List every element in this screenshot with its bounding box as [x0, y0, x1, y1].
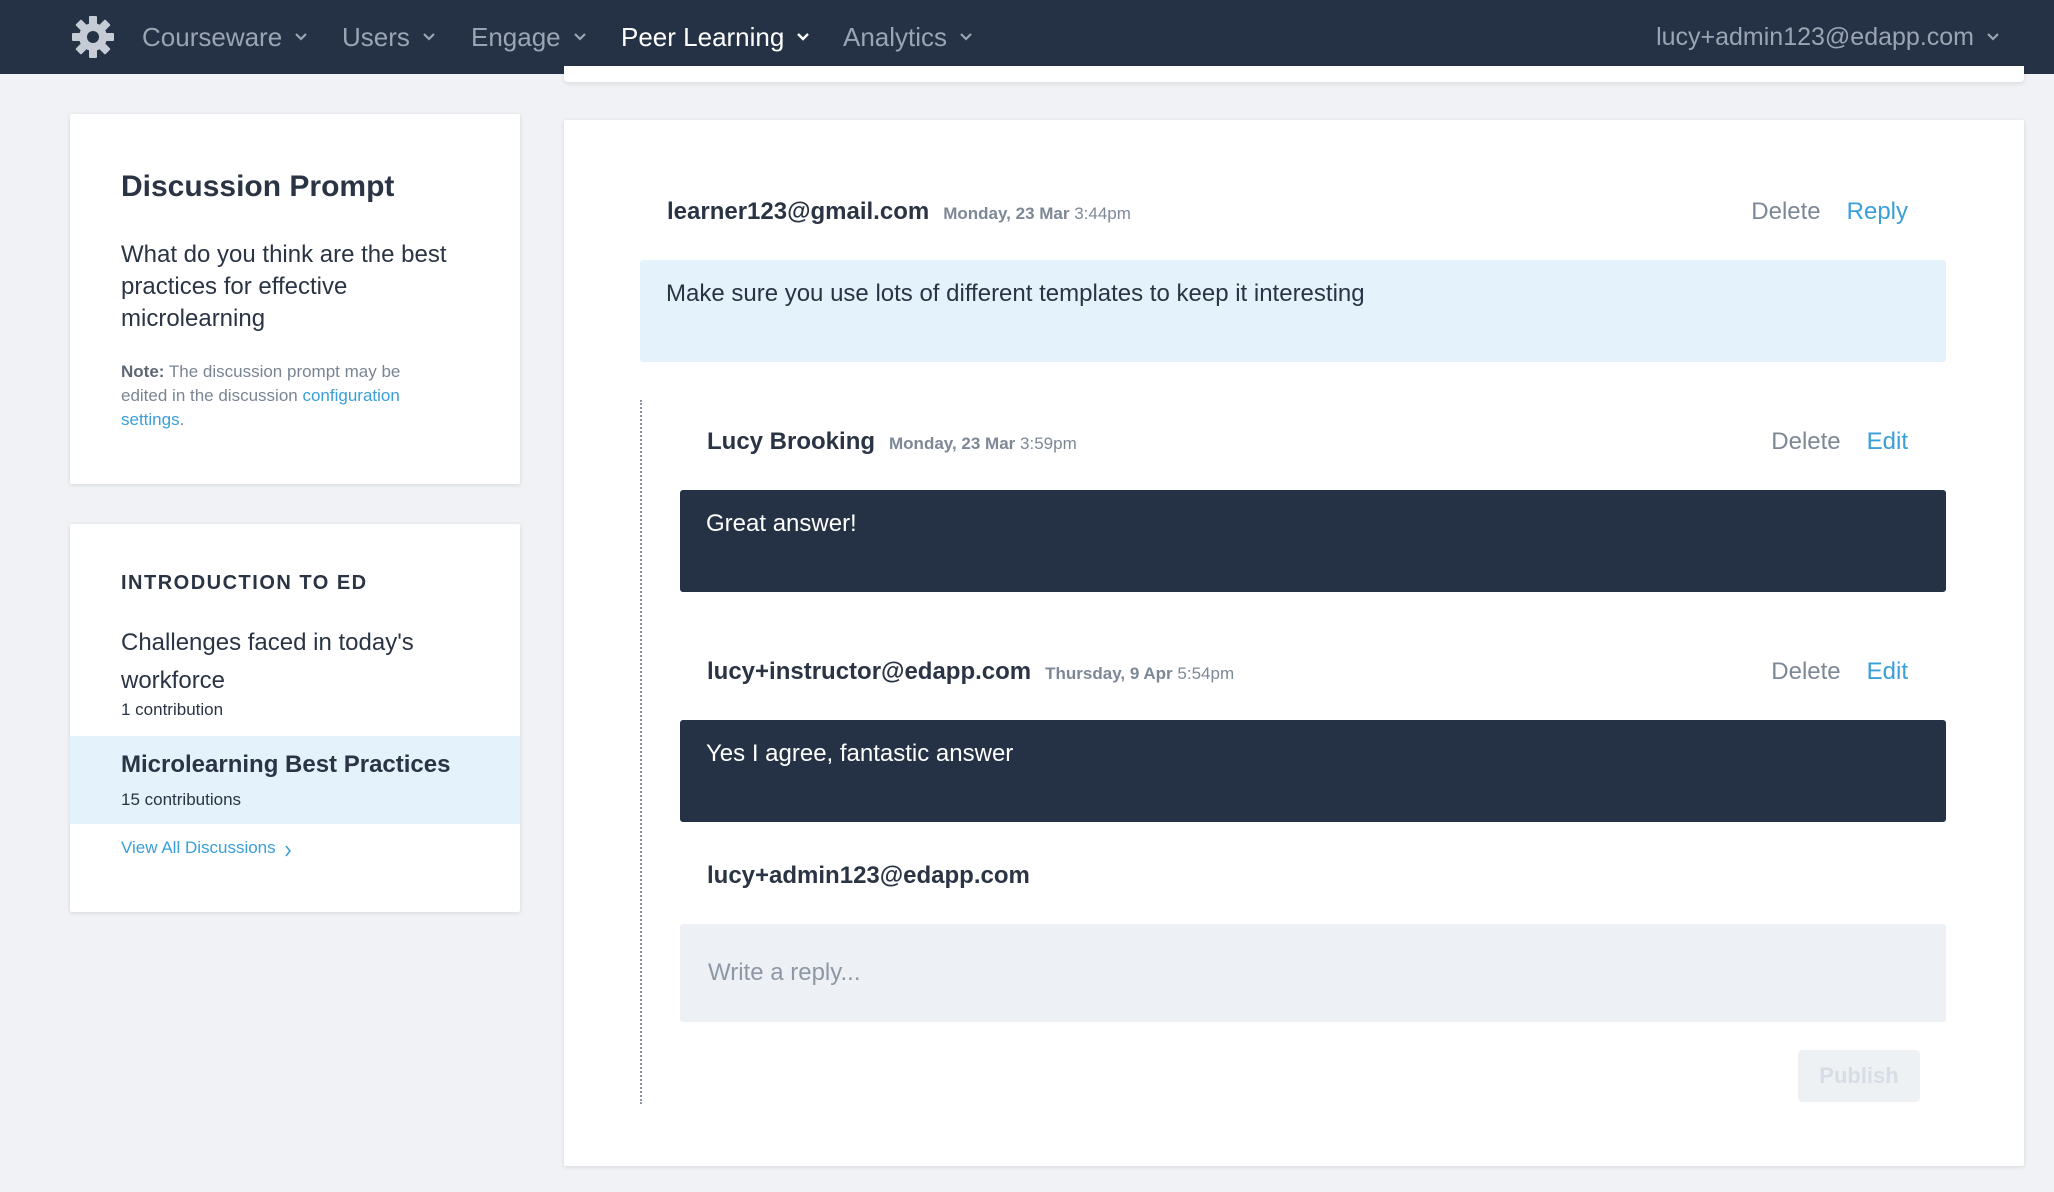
thread-card: learner123@gmail.com Monday, 23 Mar 3:44… [564, 120, 2024, 1166]
chevron-down-icon [422, 32, 436, 42]
chevron-down-icon [959, 32, 973, 42]
chevron-down-icon [796, 32, 810, 42]
post-header: learner123@gmail.com Monday, 23 Mar 3:44… [667, 198, 1131, 226]
chevron-down-icon [1986, 32, 2000, 42]
nav-courseware[interactable]: Courseware [142, 0, 308, 74]
view-all-discussions-link[interactable]: View All Discussions [121, 838, 292, 858]
post-author: learner123@gmail.com [667, 198, 930, 225]
top-nav: Courseware Users Engage Peer Learning An… [0, 0, 2054, 74]
discussion-list-card: INTRODUCTION TO ED Challenges faced in t… [70, 524, 520, 912]
nav-engage-label: Engage [471, 21, 561, 52]
nav-users-label: Users [342, 21, 410, 52]
reply-header: Lucy Brooking Monday, 23 Mar 3:59pm [707, 428, 1077, 456]
reply-body: Great answer! [680, 490, 1946, 592]
reply-button[interactable]: Reply [1847, 198, 1908, 226]
nav-analytics[interactable]: Analytics [843, 0, 973, 74]
discussion-item[interactable]: Challenges faced in today's workforce 1 … [70, 624, 520, 724]
reply-body: Yes I agree, fantastic answer [680, 720, 1946, 822]
reply-header: lucy+instructor@edapp.com Thursday, 9 Ap… [707, 658, 1234, 686]
reply-author: lucy+instructor@edapp.com [707, 658, 1032, 685]
publish-button[interactable]: Publish [1798, 1050, 1920, 1102]
reply-timestamp: Monday, 23 Mar 3:59pm [889, 434, 1077, 453]
chevron-down-icon [573, 32, 587, 42]
delete-button[interactable]: Delete [1751, 198, 1820, 226]
prompt-note: Note: The discussion prompt may be edite… [121, 360, 451, 432]
reply-actions: Delete Edit [1771, 658, 1908, 686]
composer-author: lucy+admin123@edapp.com [707, 862, 1030, 889]
discussion-count: 15 contributions [121, 790, 242, 809]
prompt-title: Discussion Prompt [121, 170, 395, 203]
account-email: lucy+admin123@edapp.com [1656, 22, 1974, 51]
previous-card-edge [564, 66, 2024, 82]
prompt-text: What do you think are the best practices… [121, 241, 447, 332]
chevron-right-icon [284, 842, 292, 857]
nav-users[interactable]: Users [342, 0, 436, 74]
reply-author: Lucy Brooking [707, 428, 876, 455]
composer-header: lucy+admin123@edapp.com [707, 862, 1030, 890]
reply-actions: Delete Edit [1771, 428, 1908, 456]
post-actions: Delete Reply [1751, 198, 1908, 226]
post-body: Make sure you use lots of different temp… [640, 260, 1946, 362]
nav-peer-learning[interactable]: Peer Learning [621, 0, 810, 74]
nav-engage[interactable]: Engage [471, 0, 587, 74]
account-menu[interactable]: lucy+admin123@edapp.com [1656, 0, 2000, 74]
discussion-title: Microlearning Best Practices [121, 751, 451, 778]
discussion-title: Challenges faced in today's workforce [121, 629, 414, 694]
nav-courseware-label: Courseware [142, 21, 283, 52]
reply-input[interactable] [680, 924, 1946, 1022]
note-end: . [179, 410, 185, 429]
nav-peer-learning-label: Peer Learning [621, 21, 785, 52]
delete-button[interactable]: Delete [1771, 658, 1840, 686]
note-label: Note: [121, 362, 165, 381]
discussion-count: 1 contribution [121, 700, 224, 719]
edit-button[interactable]: Edit [1867, 658, 1908, 686]
edit-button[interactable]: Edit [1867, 428, 1908, 456]
gear-icon[interactable] [70, 14, 116, 60]
chevron-down-icon [294, 32, 308, 42]
section-heading: INTRODUCTION TO ED [121, 572, 368, 594]
discussion-prompt-card: Discussion Prompt What do you think are … [70, 114, 520, 484]
nav-analytics-label: Analytics [843, 21, 948, 52]
reply-timestamp: Thursday, 9 Apr 5:54pm [1045, 664, 1235, 683]
reply-thread-line [640, 400, 642, 1104]
delete-button[interactable]: Delete [1771, 428, 1840, 456]
discussion-item-selected[interactable]: Microlearning Best Practices 15 contribu… [70, 736, 520, 824]
view-all-label: View All Discussions [121, 838, 276, 857]
post-timestamp: Monday, 23 Mar 3:44pm [943, 204, 1131, 223]
